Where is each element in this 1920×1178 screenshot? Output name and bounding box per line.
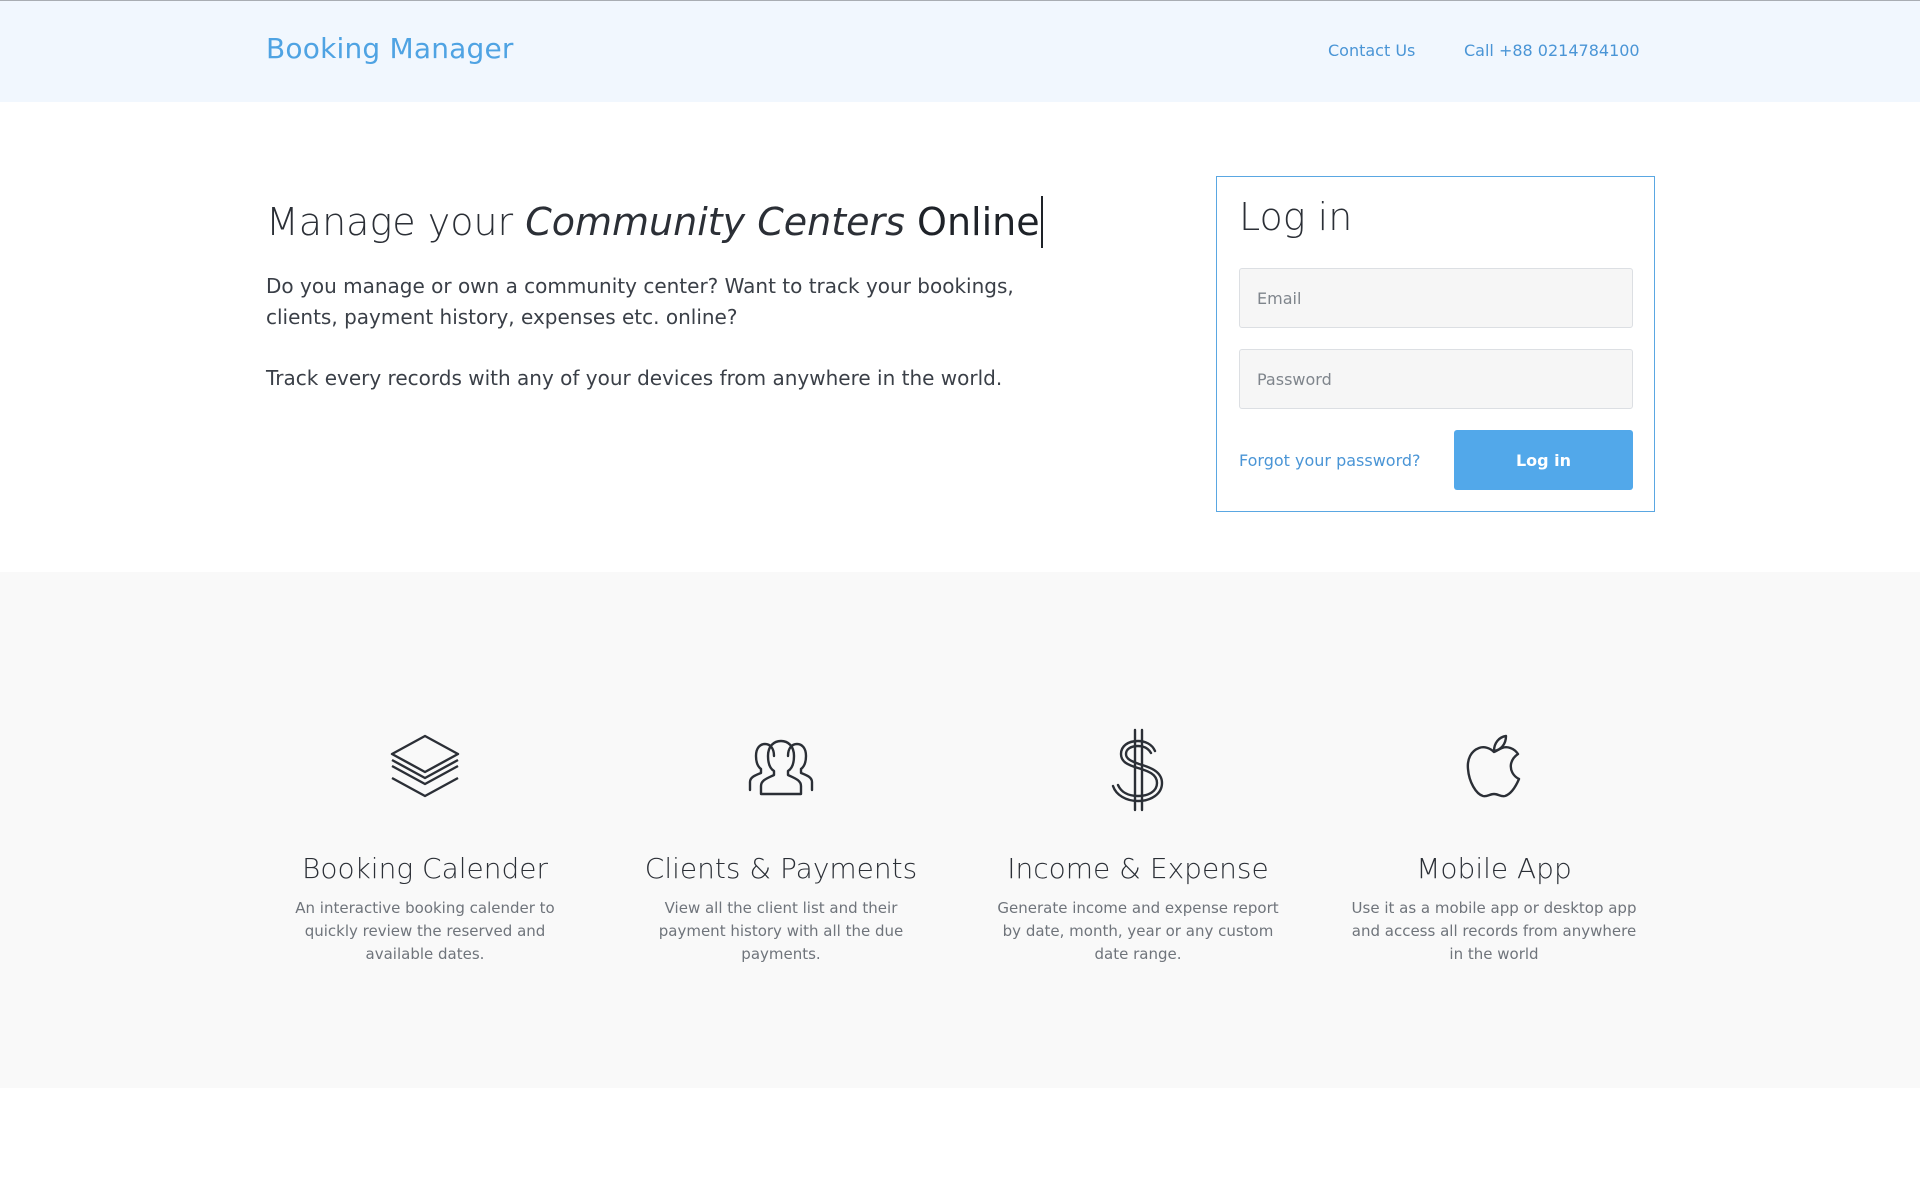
layers-icon: [390, 734, 460, 798]
feature-title: Income & Expense: [1007, 852, 1269, 885]
features-section: Booking Calender An interactive booking …: [0, 572, 1920, 1088]
hero-title: Manage your Community Centers Online: [266, 196, 1043, 248]
brand-logo-link[interactable]: Booking Manager: [266, 32, 514, 65]
feature-mobile-app: Mobile App Use it as a mobile app or des…: [1344, 724, 1644, 966]
feature-booking-calender: Booking Calender An interactive booking …: [275, 724, 575, 966]
login-button[interactable]: Log in: [1454, 430, 1633, 490]
feature-description: An interactive booking calender to quick…: [295, 899, 555, 963]
typing-caret: [1040, 196, 1043, 248]
feature-title: Mobile App: [1416, 852, 1572, 885]
feature-description: View all the client list and their payme…: [658, 899, 904, 963]
feature-title: Clients & Payments: [644, 852, 918, 885]
hero-tagline: Track every records with any of your dev…: [266, 366, 1003, 390]
feature-income-expense: Income & Expense Generate income and exp…: [988, 724, 1288, 966]
login-form: Log in Forgot your password? Log in: [1216, 176, 1655, 512]
password-field[interactable]: [1239, 349, 1633, 409]
feature-description: Use it as a mobile app or desktop app an…: [1351, 899, 1637, 963]
feature-title: Booking Calender: [301, 852, 548, 885]
email-field[interactable]: [1239, 268, 1633, 328]
hero-title-italic: Community Centers: [525, 200, 905, 244]
users-icon: [748, 739, 814, 796]
contact-us-link[interactable]: Contact Us: [1328, 41, 1415, 60]
dollar-icon: [1111, 728, 1164, 812]
login-title: Log in: [1239, 195, 1353, 239]
forgot-password-link[interactable]: Forgot your password?: [1239, 451, 1421, 470]
hero-title-bold: Online: [917, 200, 1040, 244]
hero-description: Do you manage or own a community center?…: [266, 274, 1014, 329]
top-navbar: Booking Manager Contact Us Call +88 0214…: [0, 0, 1920, 102]
call-phone-link[interactable]: Call +88 0214784100: [1464, 41, 1640, 60]
feature-clients-payments: Clients & Payments View all the client l…: [631, 724, 931, 966]
apple-icon: [1466, 734, 1521, 798]
feature-description: Generate income and expense report by da…: [997, 899, 1279, 963]
hero-title-prefix: Manage your: [266, 200, 526, 244]
